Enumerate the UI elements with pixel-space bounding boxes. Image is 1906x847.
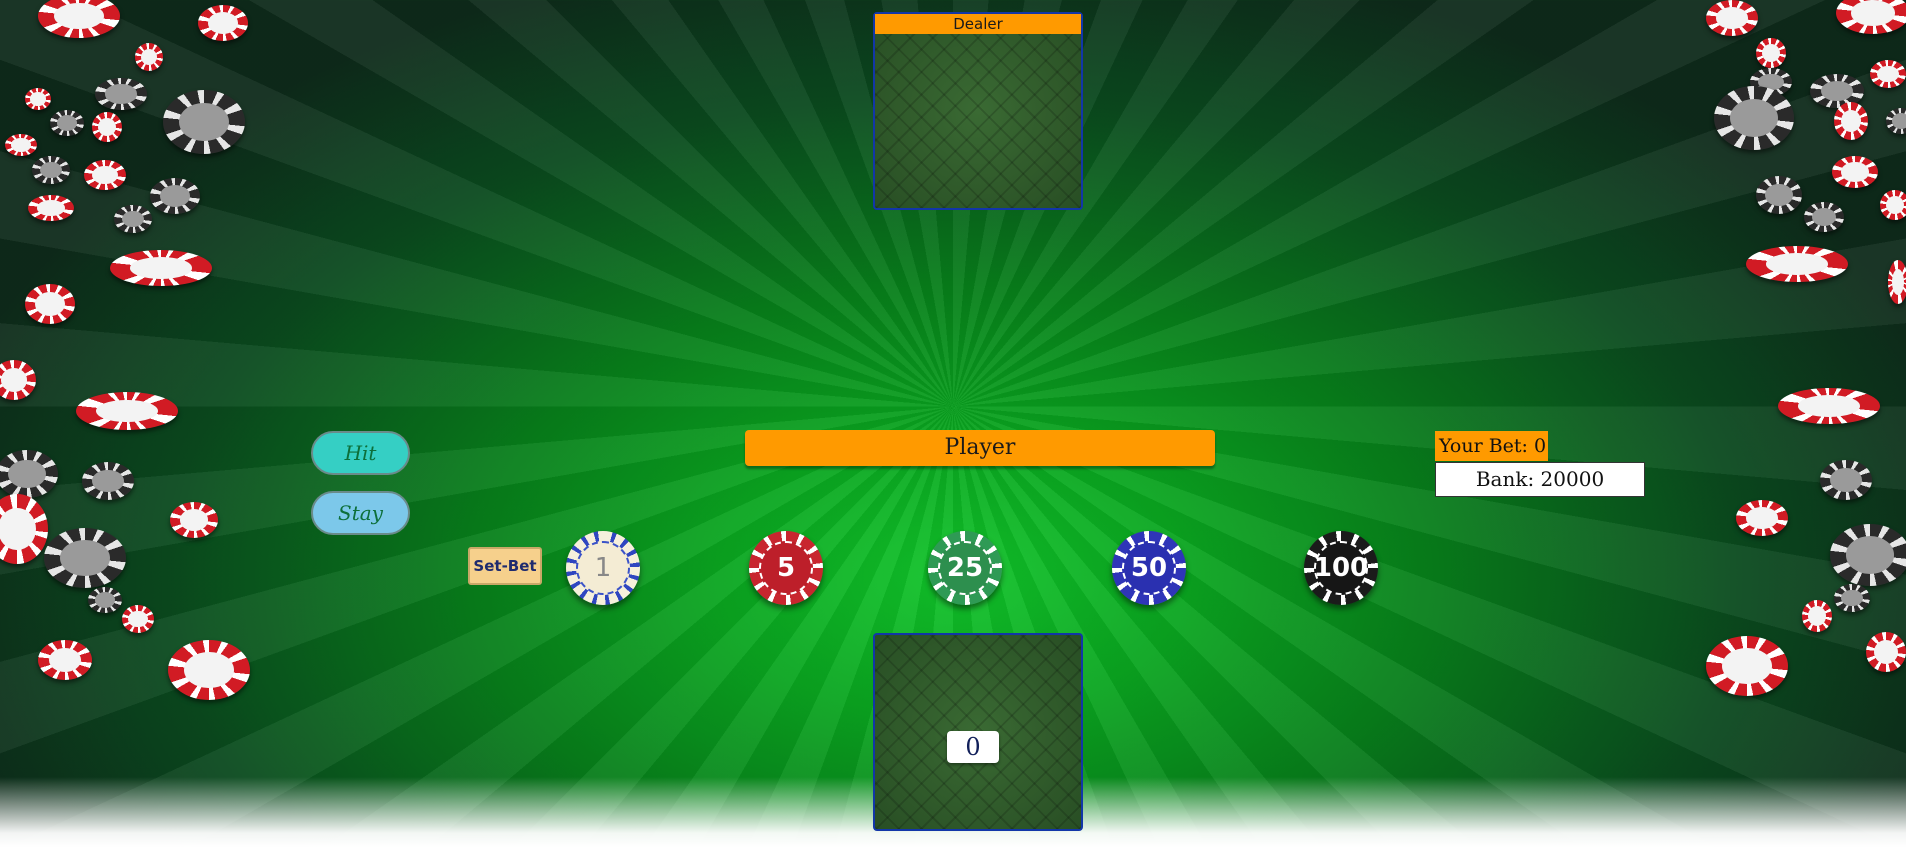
decorative-chip (95, 78, 147, 110)
decorative-chip (1888, 260, 1906, 304)
decorative-chip (92, 112, 122, 142)
decorative-chip (163, 90, 245, 154)
decorative-chip (38, 0, 120, 38)
dealer-label: Dealer (875, 14, 1081, 34)
chip-value: 25 (938, 541, 992, 595)
decorative-chip (1714, 86, 1794, 150)
decorative-chip (1820, 460, 1872, 500)
player-banner: Player (745, 430, 1215, 466)
chip-value: 100 (1314, 541, 1368, 595)
hit-button[interactable]: Hit (311, 431, 410, 475)
decorative-chip (1880, 190, 1906, 220)
decorative-chip (1746, 246, 1848, 282)
decorative-chip (1802, 600, 1832, 632)
dealer-card-area: Dealer (873, 12, 1083, 210)
decorative-chip (1836, 0, 1906, 34)
decorative-chip (0, 494, 48, 564)
decorative-chip (50, 110, 84, 136)
decorative-chip (168, 640, 250, 700)
decorative-chip (1756, 38, 1786, 68)
decorative-chip (170, 502, 218, 538)
bank-display: Bank: 20000 (1435, 462, 1645, 497)
decorative-chip (84, 160, 126, 190)
player-card-area: 0 (873, 633, 1083, 831)
decorative-chip (114, 205, 152, 233)
chip-value: 5 (759, 541, 813, 595)
decorative-chip (1832, 156, 1878, 188)
chip-5-button[interactable]: 5 (749, 531, 823, 605)
decorative-chip (1870, 60, 1906, 88)
decorative-chip (1886, 108, 1906, 134)
decorative-chip (150, 178, 200, 214)
chip-value: 1 (576, 541, 630, 595)
decorative-chip (0, 450, 58, 498)
decorative-chip (1830, 524, 1906, 586)
decorative-chip (1834, 584, 1870, 612)
decorative-chip (76, 392, 178, 430)
decorative-chip (1736, 500, 1788, 536)
decorative-chip (198, 5, 248, 41)
decorative-chip (5, 134, 37, 156)
decorative-chip (1778, 388, 1880, 424)
decorative-chip (25, 284, 75, 324)
decorative-chip (38, 640, 92, 680)
decorative-chip (82, 462, 134, 500)
decorative-chip (1706, 0, 1758, 36)
decorative-chip (1706, 636, 1788, 696)
decorative-chip (25, 88, 51, 110)
set-bet-button[interactable]: Set-Bet (468, 547, 542, 585)
chip-100-button[interactable]: 100 (1304, 531, 1378, 605)
decorative-chip (28, 195, 74, 221)
decorative-chip (1756, 176, 1802, 214)
decorative-chip (1804, 202, 1844, 232)
decorative-chip (32, 156, 70, 184)
player-total-badge: 0 (947, 731, 999, 763)
chip-1-button[interactable]: 1 (566, 531, 640, 605)
chip-50-button[interactable]: 50 (1112, 531, 1186, 605)
your-bet-display: Your Bet: 0 (1435, 431, 1548, 461)
chip-value: 50 (1122, 541, 1176, 595)
decorative-chip (88, 587, 122, 613)
stay-button[interactable]: Stay (311, 491, 410, 535)
decorative-chip (44, 528, 126, 588)
decorative-chip (110, 250, 212, 286)
chip-25-button[interactable]: 25 (928, 531, 1002, 605)
decorative-chip (1834, 102, 1868, 140)
decorative-chip (135, 43, 163, 71)
decorative-chip (0, 360, 36, 400)
decorative-chip (122, 605, 154, 633)
decorative-chip (1866, 632, 1906, 672)
